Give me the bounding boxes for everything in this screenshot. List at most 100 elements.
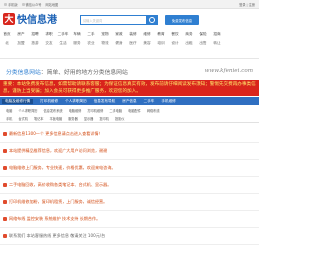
topbar-item-label: 网站地图: [45, 2, 59, 7]
tab-printer-repair[interactable]: 打印机维修: [40, 99, 58, 104]
nav-item[interactable]: 招商: [210, 32, 224, 37]
nav-item[interactable]: 二手: [84, 32, 98, 37]
tab-phone-repair[interactable]: 手机维修: [161, 99, 175, 104]
slogan-text: 分类信息网站：简单、好用的地方分类信息网站: [6, 67, 128, 76]
nav-item[interactable]: 宠物: [98, 32, 112, 37]
subtab-item[interactable]: 电脑: [6, 108, 12, 113]
nav-item[interactable]: 美容: [140, 41, 154, 46]
subtab-item[interactable]: 台式机: [18, 116, 28, 121]
slogan-prefix: 分类信息网站: [6, 69, 41, 76]
nav-item[interactable]: 培训: [154, 41, 168, 46]
nav-item[interactable]: 医疗: [126, 41, 140, 46]
topbar-item-wechat[interactable]: 微信公众号: [21, 2, 42, 7]
nav-item[interactable]: 维修: [140, 32, 154, 37]
list-item-title: 打印机维修加粉，复印机租赁，上门服务，诚信经营。: [9, 199, 108, 204]
nav-item[interactable]: 北: [0, 41, 14, 46]
nav-item[interactable]: 求职: [42, 32, 56, 37]
category-nav-row: 北 加盟 旅游 交友 生活 服务 农业 物流 健身 医疗 美容 培训 设计 出租…: [0, 39, 259, 48]
phone-icon: [4, 2, 7, 6]
nav-item[interactable]: 农业: [84, 41, 98, 46]
slogan-bar: 分类信息网站：简单、好用的地方分类信息网站 www.kfeniei.com: [0, 64, 259, 78]
subtab-item[interactable]: 手机: [6, 116, 12, 121]
nav-item[interactable]: 商务: [182, 32, 196, 37]
search-button[interactable]: [146, 16, 157, 24]
nav-item[interactable]: 餐饮: [168, 32, 182, 37]
subtab-item[interactable]: 网络布线: [147, 108, 160, 113]
bullet-icon: [3, 183, 7, 187]
notice-banner: 重要：本站免费发布信息，如需帮助请联系客服；为保证信息真实有效，发布前请仔细阅读…: [0, 80, 259, 96]
list-item[interactable]: 联系我们 本站客服热线 更多信息 敬请关注 100元/台: [0, 228, 259, 245]
subtab-item[interactable]: 打印机维修: [87, 108, 103, 113]
list-item[interactable]: 电脑维修上门服务，专业快速，价格优惠，欢迎来电咨询。: [0, 160, 259, 177]
publish-button[interactable]: 免费发布信息: [165, 15, 199, 25]
topbar-item-mobile[interactable]: 手机版: [4, 2, 18, 7]
nav-item[interactable]: 房产: [14, 32, 28, 37]
nav-item[interactable]: 家政: [112, 32, 126, 37]
category-nav: 首页 房产 招聘 求职 二手车 车辆 二手 宠物 家政 装修 维修 教育 餐饮 …: [0, 30, 259, 59]
login-register-link[interactable]: 登录 | 注册: [239, 2, 255, 7]
tab-computer-repair[interactable]: 电脑及维修行情: [2, 98, 34, 104]
subtab-item[interactable]: 显示器: [84, 116, 94, 121]
bullet-icon: [3, 217, 7, 221]
list-item-title: 电脑维修上门服务，专业快速，价格优惠，欢迎来电咨询。: [9, 165, 116, 170]
nav-item[interactable]: 出租: [182, 41, 196, 46]
subtab-item[interactable]: 复印机: [99, 116, 109, 121]
topbar-item-label: 微信公众号: [25, 2, 42, 7]
list-item[interactable]: 最新信息1300一个 更多信息请点击进入查看详情！: [0, 126, 259, 143]
nav-item[interactable]: 旅游: [28, 41, 42, 46]
bullet-icon: [3, 200, 7, 204]
nav-item[interactable]: 保险: [196, 32, 210, 37]
category-nav-row: 首页 房产 招聘 求职 二手车 车辆 二手 宠物 家政 装修 维修 教育 餐饮 …: [0, 30, 259, 39]
nav-item[interactable]: 健身: [112, 41, 126, 46]
list-item-title: 本站提供精品推荐信息，欢迎广大用户访问浏览，谢谢: [9, 148, 108, 153]
listing-list: 最新信息1300一个 更多信息请点击进入查看详情！ 本站提供精品推荐信息，欢迎广…: [0, 126, 259, 245]
subtab-row: 电脑 个人求职简历 信息发布系统 电脑维修 打印机维修 二手电脑 电脑配件 网络…: [0, 106, 259, 114]
search-box: 请输入关键词: [80, 15, 158, 25]
wechat-icon: [21, 2, 25, 6]
subtab-item[interactable]: 平板电脑: [50, 116, 63, 121]
search-icon: [148, 17, 155, 23]
sub-tabs: 电脑 个人求职简历 信息发布系统 电脑维修 打印机维修 二手电脑 电脑配件 网络…: [0, 106, 259, 123]
nav-item[interactable]: 生活: [56, 41, 70, 46]
subtab-item[interactable]: 二手电脑: [109, 108, 122, 113]
subtab-item[interactable]: 服务器: [68, 116, 78, 121]
site-logo[interactable]: 大 快信息港: [3, 11, 65, 26]
slogan-suffix: ：简单、好用的地方分类信息网站: [40, 69, 128, 76]
nav-item[interactable]: 二手车: [56, 32, 70, 37]
list-item[interactable]: 网络布线 监控安装 系统维护 技术支持 长期合作。: [0, 211, 259, 228]
topbar-item-sitemap[interactable]: 网站地图: [46, 2, 59, 7]
nav-item[interactable]: 首页: [0, 32, 14, 37]
subtab-item[interactable]: 信息发布系统: [44, 108, 63, 113]
list-item-title: 最新信息1300一个 更多信息请点击进入查看详情！: [9, 131, 103, 136]
tab-used-car[interactable]: 二手车: [144, 99, 155, 104]
list-item-title: 网络布线 监控安装 系统维护 技术支持 长期合作。: [9, 216, 101, 221]
nav-item[interactable]: 物流: [98, 41, 112, 46]
nav-item[interactable]: 转让: [210, 41, 224, 46]
bullet-icon: [3, 166, 7, 170]
nav-item[interactable]: 装修: [126, 32, 140, 37]
top-bar: 手机版 微信公众号 网站地图 登录 | 注册: [0, 0, 259, 9]
nav-item[interactable]: 教育: [154, 32, 168, 37]
nav-item[interactable]: 服务: [70, 41, 84, 46]
list-item[interactable]: 本站提供精品推荐信息，欢迎广大用户访问浏览，谢谢: [0, 143, 259, 160]
subtab-item[interactable]: 电脑维修: [69, 108, 82, 113]
tab-publish-nav[interactable]: 信息发布导航: [94, 99, 116, 104]
subtab-item[interactable]: 电脑配件: [128, 108, 141, 113]
nav-item[interactable]: 设计: [168, 41, 182, 46]
list-item[interactable]: 二手电脑回收，高价收购各类笔记本、台式机、显示器。: [0, 177, 259, 194]
tab-house[interactable]: 房产信息: [122, 99, 136, 104]
topbar-item-label: 手机版: [8, 2, 18, 7]
site-url: www.kfeniei.com: [204, 68, 253, 74]
subtab-item[interactable]: 笔记本: [34, 116, 44, 121]
subtab-item[interactable]: 投影仪: [115, 116, 125, 121]
search-input[interactable]: 请输入关键词: [81, 16, 146, 24]
logo-mark: 大: [3, 12, 15, 25]
list-item[interactable]: 打印机维修加粉，复印机租赁，上门服务，诚信经营。: [0, 194, 259, 211]
nav-item[interactable]: 出售: [196, 41, 210, 46]
nav-item[interactable]: 招聘: [28, 32, 42, 37]
tab-resume[interactable]: 个人求职简历: [65, 99, 87, 104]
nav-item[interactable]: 交友: [42, 41, 56, 46]
nav-item[interactable]: 车辆: [70, 32, 84, 37]
subtab-item[interactable]: 个人求职简历: [18, 108, 37, 113]
nav-item[interactable]: 加盟: [14, 41, 28, 46]
